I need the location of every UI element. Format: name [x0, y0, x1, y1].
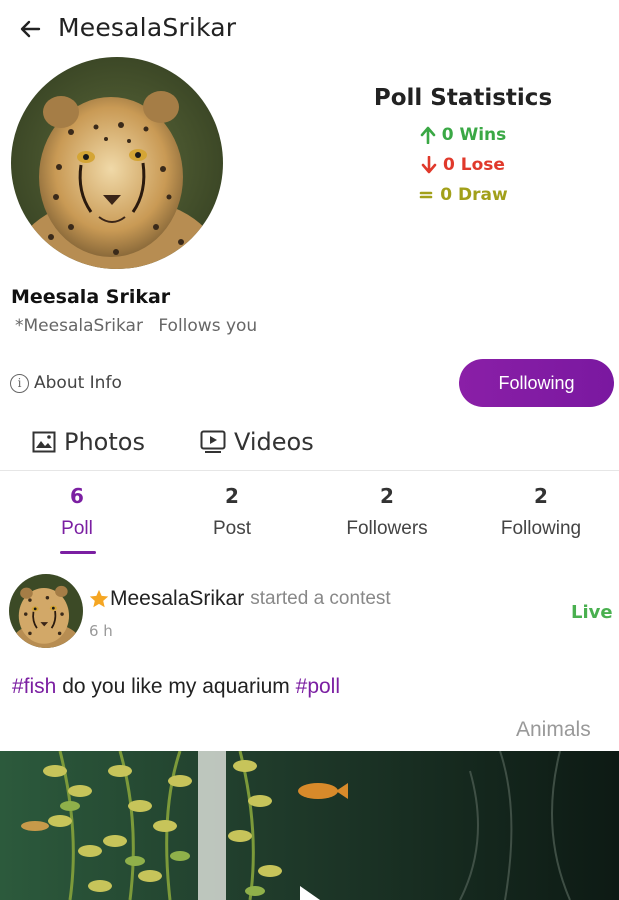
following-button[interactable]: Following — [459, 359, 614, 407]
count-followers-value: 2 — [380, 484, 394, 508]
video-icon — [200, 430, 226, 453]
tab-photos-label: Photos — [64, 428, 145, 456]
top-app-bar: MeesalaSrikar — [0, 0, 619, 58]
equals-icon — [419, 191, 433, 199]
profile-handle: *MeesalaSrikar — [15, 316, 143, 336]
about-info-link[interactable]: i About Info — [10, 373, 122, 393]
post-author-line: MeesalaSrikar started a contest — [88, 587, 391, 611]
live-status-badge: Live — [571, 602, 613, 623]
about-info-label: About Info — [34, 373, 122, 393]
active-tab-indicator — [60, 551, 96, 554]
profile-avatar[interactable] — [11, 57, 223, 269]
post-timestamp: 6 h — [89, 622, 113, 640]
image-icon — [32, 431, 56, 453]
count-poll-label: Poll — [61, 518, 93, 539]
tab-videos-label: Videos — [234, 428, 314, 456]
count-following-value: 2 — [534, 484, 548, 508]
wins-stat: 0 Wins — [358, 125, 568, 145]
profile-display-name: Meesala Srikar — [11, 286, 171, 308]
arrow-down-icon — [421, 156, 437, 174]
count-post-label: Post — [212, 518, 252, 539]
lose-label: 0 Lose — [443, 155, 505, 175]
post-author-avatar[interactable] — [9, 574, 83, 648]
post-caption: #fish do you like my aquarium #poll — [12, 675, 340, 699]
divider — [0, 470, 619, 471]
poll-statistics-panel: Poll Statistics 0 Wins 0 Lose 0 Draw — [358, 85, 568, 205]
count-poll-value: 6 — [70, 484, 84, 508]
count-followers[interactable]: 2 Followers — [310, 477, 464, 540]
count-following-label: Following — [500, 518, 582, 539]
count-post-value: 2 — [225, 484, 239, 508]
lose-stat: 0 Lose — [358, 155, 568, 175]
post-media-image[interactable] — [0, 751, 619, 900]
hashtag-fish[interactable]: #fish — [12, 675, 56, 698]
follows-you-label: Follows you — [158, 316, 258, 336]
post-caption-text: do you like my aquarium — [56, 675, 296, 698]
count-post[interactable]: 2 Post — [155, 477, 309, 540]
post-category: Animals — [516, 718, 591, 741]
post-header: MeesalaSrikar started a contest 6 h Live — [0, 572, 619, 657]
arrow-left-icon — [20, 20, 41, 38]
poll-statistics-title: Poll Statistics — [373, 85, 553, 111]
count-followers-label: Followers — [346, 518, 428, 539]
tab-videos[interactable]: Videos — [200, 428, 314, 456]
media-tabs: Photos Videos — [0, 420, 619, 470]
star-icon — [89, 589, 109, 608]
back-button[interactable] — [14, 14, 46, 44]
info-icon: i — [10, 373, 29, 393]
post-action-text: started a contest — [250, 588, 391, 609]
count-poll[interactable]: 6 Poll — [0, 477, 154, 554]
count-following[interactable]: 2 Following — [464, 477, 618, 540]
hashtag-poll[interactable]: #poll — [296, 675, 340, 698]
profile-counts: 6 Poll 2 Post 2 Followers 2 Following — [0, 477, 619, 557]
arrow-up-icon — [420, 126, 436, 144]
profile-handle-row: *MeesalaSrikar Follows you — [15, 316, 257, 336]
wins-label: 0 Wins — [441, 125, 507, 145]
tab-photos[interactable]: Photos — [32, 428, 145, 456]
post-author-name[interactable]: MeesalaSrikar — [110, 587, 244, 611]
page-title: MeesalaSrikar — [58, 13, 237, 42]
draw-label: 0 Draw — [440, 185, 508, 205]
draw-stat: 0 Draw — [358, 185, 568, 205]
